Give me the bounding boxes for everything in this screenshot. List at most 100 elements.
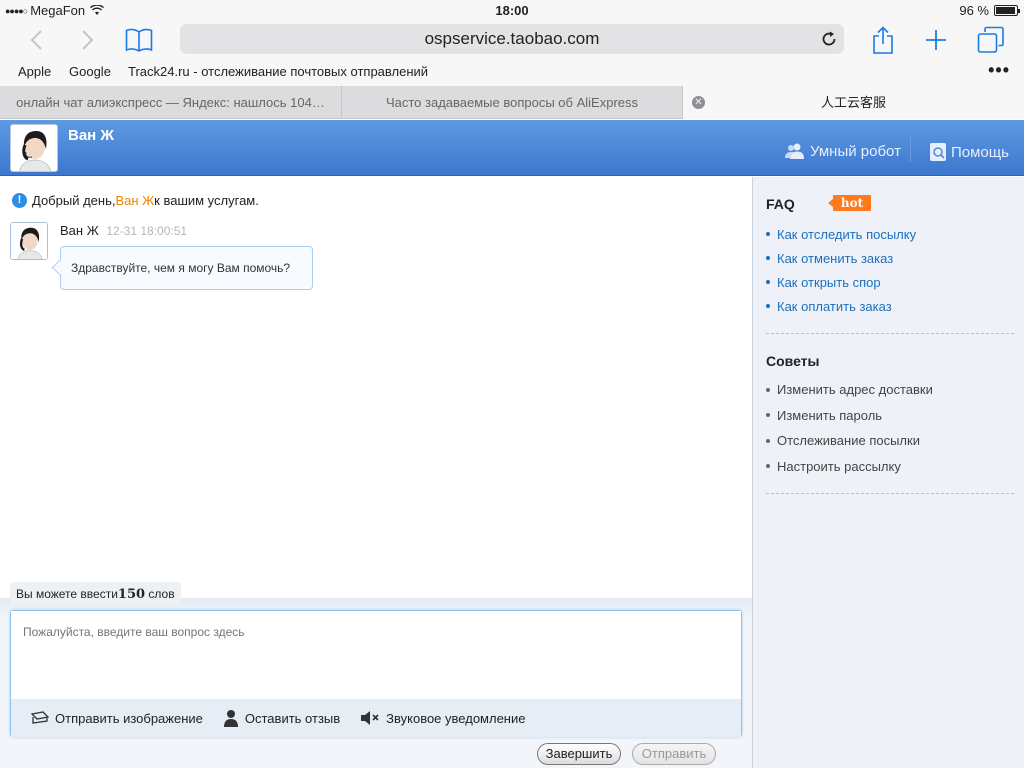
message-text: Здравствуйте, чем я могу Вам помочь? (71, 261, 291, 275)
avatar (10, 124, 58, 172)
favorites-bar: Apple Google Track24.ru - отслеживание п… (0, 60, 1024, 86)
tip-link[interactable]: Изменить пароль (766, 403, 933, 429)
faq-link-label: Как открыть спор (777, 274, 881, 290)
chevron-left-icon (30, 30, 42, 50)
faq-link-label: Как отследить посылку (777, 226, 917, 242)
agent-avatar-icon (11, 223, 47, 259)
chevron-right-icon (82, 30, 94, 50)
notice-agent-name: Ван Ж (115, 193, 155, 208)
header-divider (910, 134, 911, 162)
reload-icon[interactable] (820, 30, 838, 48)
message-avatar (10, 222, 48, 260)
char-counter: Вы можете ввести150 слов (10, 582, 181, 606)
tab-title: 人工云客服 (820, 95, 886, 110)
faq-link[interactable]: Как отменить заказ (766, 246, 916, 270)
faq-link[interactable]: Как отследить посылку (766, 222, 916, 246)
help-button[interactable]: Помощь (929, 142, 1009, 162)
bookmarks-button[interactable] (121, 22, 157, 58)
battery-level (996, 7, 1016, 14)
bullet-icon (766, 232, 770, 236)
send-image-label: Отправить изображение (55, 710, 203, 726)
counter-number: 150 (117, 587, 146, 602)
finish-button[interactable]: Завершить (537, 743, 621, 765)
message-meta: Ван Ж 12-31 18:00:51 (60, 223, 187, 238)
plus-icon (926, 30, 946, 50)
battery-icon (994, 5, 1020, 16)
tab-title: Часто задаваемые вопросы об AliExpress (385, 95, 639, 110)
close-tab-icon[interactable]: ✕ (692, 96, 705, 109)
status-right: 96 % (959, 3, 1020, 18)
faq-link[interactable]: Как открыть спор (766, 270, 916, 294)
tabs-overview-button[interactable] (973, 22, 1009, 58)
tabs-icon (977, 26, 1004, 53)
image-icon (31, 711, 49, 724)
message-time: 12-31 18:00:51 (106, 224, 188, 238)
sidebar-divider (766, 493, 1014, 494)
message-input[interactable] (11, 611, 741, 699)
tab-active-support[interactable]: 人工云客服 (683, 86, 1024, 119)
send-button[interactable]: Отправить (632, 743, 716, 765)
tab-bar: онлайн чат алиэкспресс — Яндекс: нашлось… (0, 86, 1024, 119)
tab-aliexpress-faq[interactable]: Часто задаваемые вопросы об AliExpress (342, 86, 683, 119)
help-label: Помощь (951, 143, 1009, 161)
leave-feedback-label: Оставить отзыв (244, 710, 341, 726)
bullet-icon (766, 413, 770, 418)
user-icon (223, 710, 238, 727)
notice-prefix: Добрый день, (32, 193, 116, 208)
favorites-more-button[interactable]: ••• (988, 60, 1010, 81)
tip-link-label: Изменить адрес доставки (777, 382, 933, 398)
back-button[interactable] (18, 22, 54, 58)
send-image-button[interactable]: Отправить изображение (31, 711, 203, 726)
new-tab-button[interactable] (918, 22, 954, 58)
faq-link[interactable]: Как оплатить заказ (766, 294, 916, 318)
address-bar[interactable]: ospservice.taobao.com (180, 24, 844, 54)
help-book-icon (930, 143, 946, 161)
tip-link[interactable]: Настроить рассылку (766, 454, 933, 480)
url-text: ospservice.taobao.com (424, 29, 600, 48)
smart-robot-label: Умный робот (810, 142, 901, 160)
tab-title: онлайн чат алиэкспресс — Яндекс: нашлось… (16, 95, 325, 110)
message-sender: Ван Ж (60, 223, 99, 238)
message-input-box: Отправить изображение Оставить отзыв Зву… (10, 610, 742, 737)
tip-link-label: Настроить рассылку (777, 458, 901, 474)
sidebar: FAQ hot Как отследить посылку Как отмени… (752, 177, 1024, 768)
tip-link-label: Изменить пароль (777, 407, 883, 423)
bullet-icon (766, 387, 770, 392)
smart-robot-button[interactable]: Умный робот (784, 142, 901, 160)
status-bar: ●●●●○ MegaFon 18:00 96 % (0, 0, 1024, 20)
forward-button[interactable] (70, 22, 106, 58)
tip-link-label: Отслеживание посылки (777, 433, 920, 449)
bullet-icon (766, 464, 770, 469)
users-icon (785, 143, 804, 159)
tip-link[interactable]: Отслеживание посылки (766, 428, 933, 454)
chat-log: ! Добрый день, Ван Ж к вашим услугам. Ва… (0, 177, 752, 597)
share-button[interactable] (865, 22, 901, 58)
chat-header: Ван Ж Умный робот Помощь (0, 120, 1024, 176)
favorite-track24[interactable]: Track24.ru - отслеживание почтовых отпра… (128, 64, 428, 79)
message-bubble: Здравствуйте, чем я могу Вам помочь? (60, 246, 313, 290)
welcome-notice: ! Добрый день, Ван Ж к вашим услугам. (12, 193, 259, 208)
battery-percent: 96 % (959, 3, 989, 18)
tips-list: Изменить адрес доставки Изменить пароль … (766, 377, 933, 479)
book-icon (125, 28, 153, 52)
tip-link[interactable]: Изменить адрес доставки (766, 377, 933, 403)
tips-title: Советы (766, 353, 820, 369)
notice-suffix: к вашим услугам. (154, 193, 259, 208)
bullet-icon (766, 304, 770, 308)
sound-notification-label: Звуковое уведомление (386, 710, 526, 726)
counter-prefix: Вы можете ввести (16, 587, 118, 601)
faq-title: FAQ (766, 196, 795, 212)
composer-actions: Отправить изображение Оставить отзыв Зву… (11, 699, 741, 737)
clock: 18:00 (495, 3, 529, 18)
faq-list: Как отследить посылку Как отменить заказ… (766, 222, 916, 318)
faq-link-label: Как отменить заказ (777, 250, 894, 266)
tab-yandex[interactable]: онлайн чат алиэкспресс — Яндекс: нашлось… (0, 86, 342, 119)
favorite-google[interactable]: Google (69, 64, 111, 79)
sound-notification-toggle[interactable]: Звуковое уведомление (360, 710, 525, 726)
info-icon: ! (12, 193, 27, 208)
bullet-icon (766, 280, 770, 284)
counter-suffix: слов (145, 587, 175, 601)
favorite-apple[interactable]: Apple (18, 64, 51, 79)
share-icon (873, 26, 893, 54)
leave-feedback-button[interactable]: Оставить отзыв (223, 709, 340, 727)
